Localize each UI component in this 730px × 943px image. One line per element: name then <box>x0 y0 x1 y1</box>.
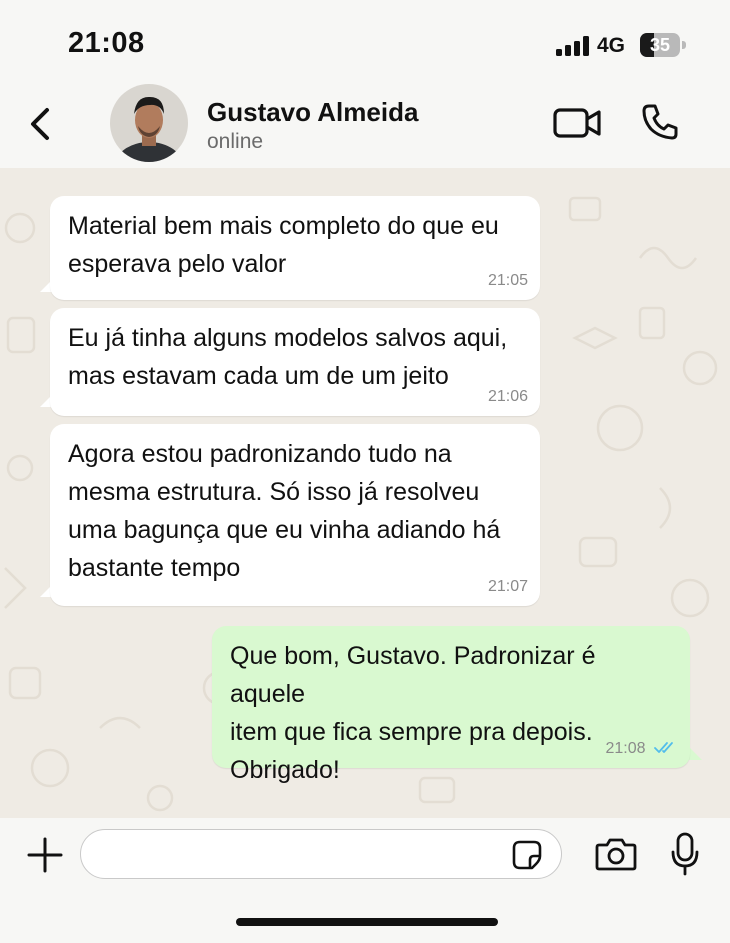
camera-icon[interactable] <box>595 837 637 871</box>
message-time: 21:08 <box>605 740 646 757</box>
status-bar: 21:08 4G 35 <box>0 0 730 80</box>
chevron-left-icon[interactable] <box>26 104 56 144</box>
contact-status: online <box>207 130 264 153</box>
plus-icon[interactable] <box>27 837 63 873</box>
status-time: 21:08 <box>68 27 145 59</box>
message-bubble-incoming[interactable]: Eu já tinha alguns modelos salvos aqui, … <box>50 308 540 416</box>
phone-icon[interactable] <box>640 102 680 142</box>
avatar[interactable] <box>110 84 188 162</box>
battery-icon: 35 <box>640 33 686 57</box>
bubble-tail <box>688 746 702 760</box>
message-time: 21:06 <box>487 388 528 405</box>
message-text: bastante tempo <box>68 554 241 582</box>
message-text: uma bagunça que eu vinha adiando há <box>68 516 501 544</box>
message-text: mesma estrutura. Só isso já resolveu <box>68 478 480 506</box>
message-text: esperava pelo valor <box>68 250 287 278</box>
message-time: 21:07 <box>487 578 528 595</box>
message-bubble-incoming[interactable]: Agora estou padronizando tudo na mesma e… <box>50 424 540 606</box>
read-receipt-icon <box>654 742 673 753</box>
message-meta: 21:08 <box>606 740 679 758</box>
chat-header: Gustavo Almeida online <box>0 80 730 168</box>
message-bubble-outgoing[interactable]: Que bom, Gustavo. Padronizar é aquele it… <box>212 626 690 784</box>
message-bubble-incoming[interactable]: Material bem mais completo do que eu esp… <box>50 196 540 300</box>
microphone-icon[interactable] <box>670 832 700 876</box>
home-indicator[interactable] <box>236 918 498 926</box>
contact-name[interactable]: Gustavo Almeida <box>207 97 418 128</box>
message-time: 21:05 <box>487 272 528 289</box>
message-input[interactable] <box>80 829 562 879</box>
video-camera-icon[interactable] <box>553 106 603 140</box>
signal-strength-icon <box>556 36 589 56</box>
message-text: mas estavam cada um de um jeito <box>68 362 449 390</box>
sticker-icon[interactable] <box>512 840 542 870</box>
chat-area[interactable]: Material bem mais completo do que eu esp… <box>0 168 730 818</box>
message-text: Eu já tinha alguns modelos salvos aqui, <box>68 324 508 352</box>
message-text: Agora estou padronizando tudo na <box>68 440 452 468</box>
message-text: Que bom, Gustavo. Padronizar é aquele <box>230 642 596 708</box>
network-type: 4G <box>597 34 626 57</box>
battery-percent: 35 <box>649 35 671 55</box>
message-text: Material bem mais completo do que eu <box>68 212 499 240</box>
message-input-bar <box>0 818 730 943</box>
